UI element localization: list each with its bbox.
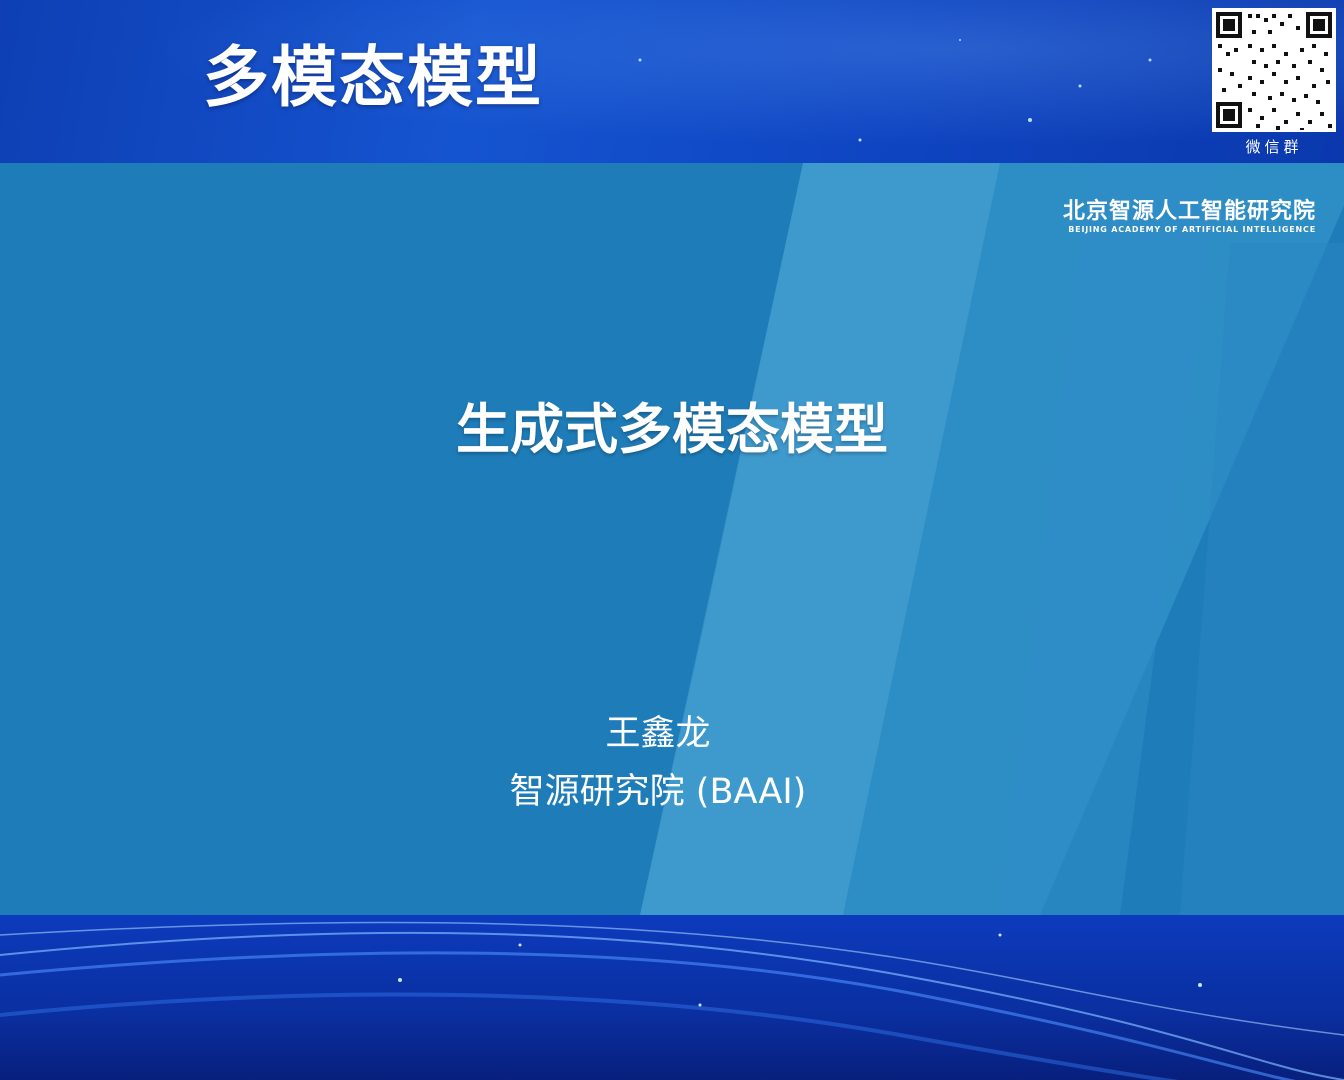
logo-name-en: BEIJING ACADEMY OF ARTIFICIAL INTELLIGEN… <box>1068 225 1316 235</box>
session-title: 多模态模型 <box>203 39 543 116</box>
title-slide: 北京智源人工智能研究院 BEIJING ACADEMY OF ARTIFICIA… <box>0 163 1344 915</box>
logo-name-cn: 北京智源人工智能研究院 <box>1062 199 1316 224</box>
banner-sparkles <box>638 39 1152 142</box>
author-name: 王鑫龙 <box>605 714 711 754</box>
bottom-decoration <box>0 915 1344 1080</box>
qr-code-icon <box>1212 8 1336 132</box>
slide-title: 生成式多模态模型 <box>456 397 888 461</box>
qr-caption: 微信群 <box>1245 138 1303 156</box>
baai-logo: 北京智源人工智能研究院 BEIJING ACADEMY OF ARTIFICIA… <box>1063 199 1316 235</box>
author-affiliation: 智源研究院 (BAAI) <box>509 772 807 812</box>
wechat-qr-code <box>1212 8 1336 132</box>
bottom-light-streaks <box>0 921 1344 1080</box>
top-banner: 多模态模型 <box>0 0 1344 163</box>
